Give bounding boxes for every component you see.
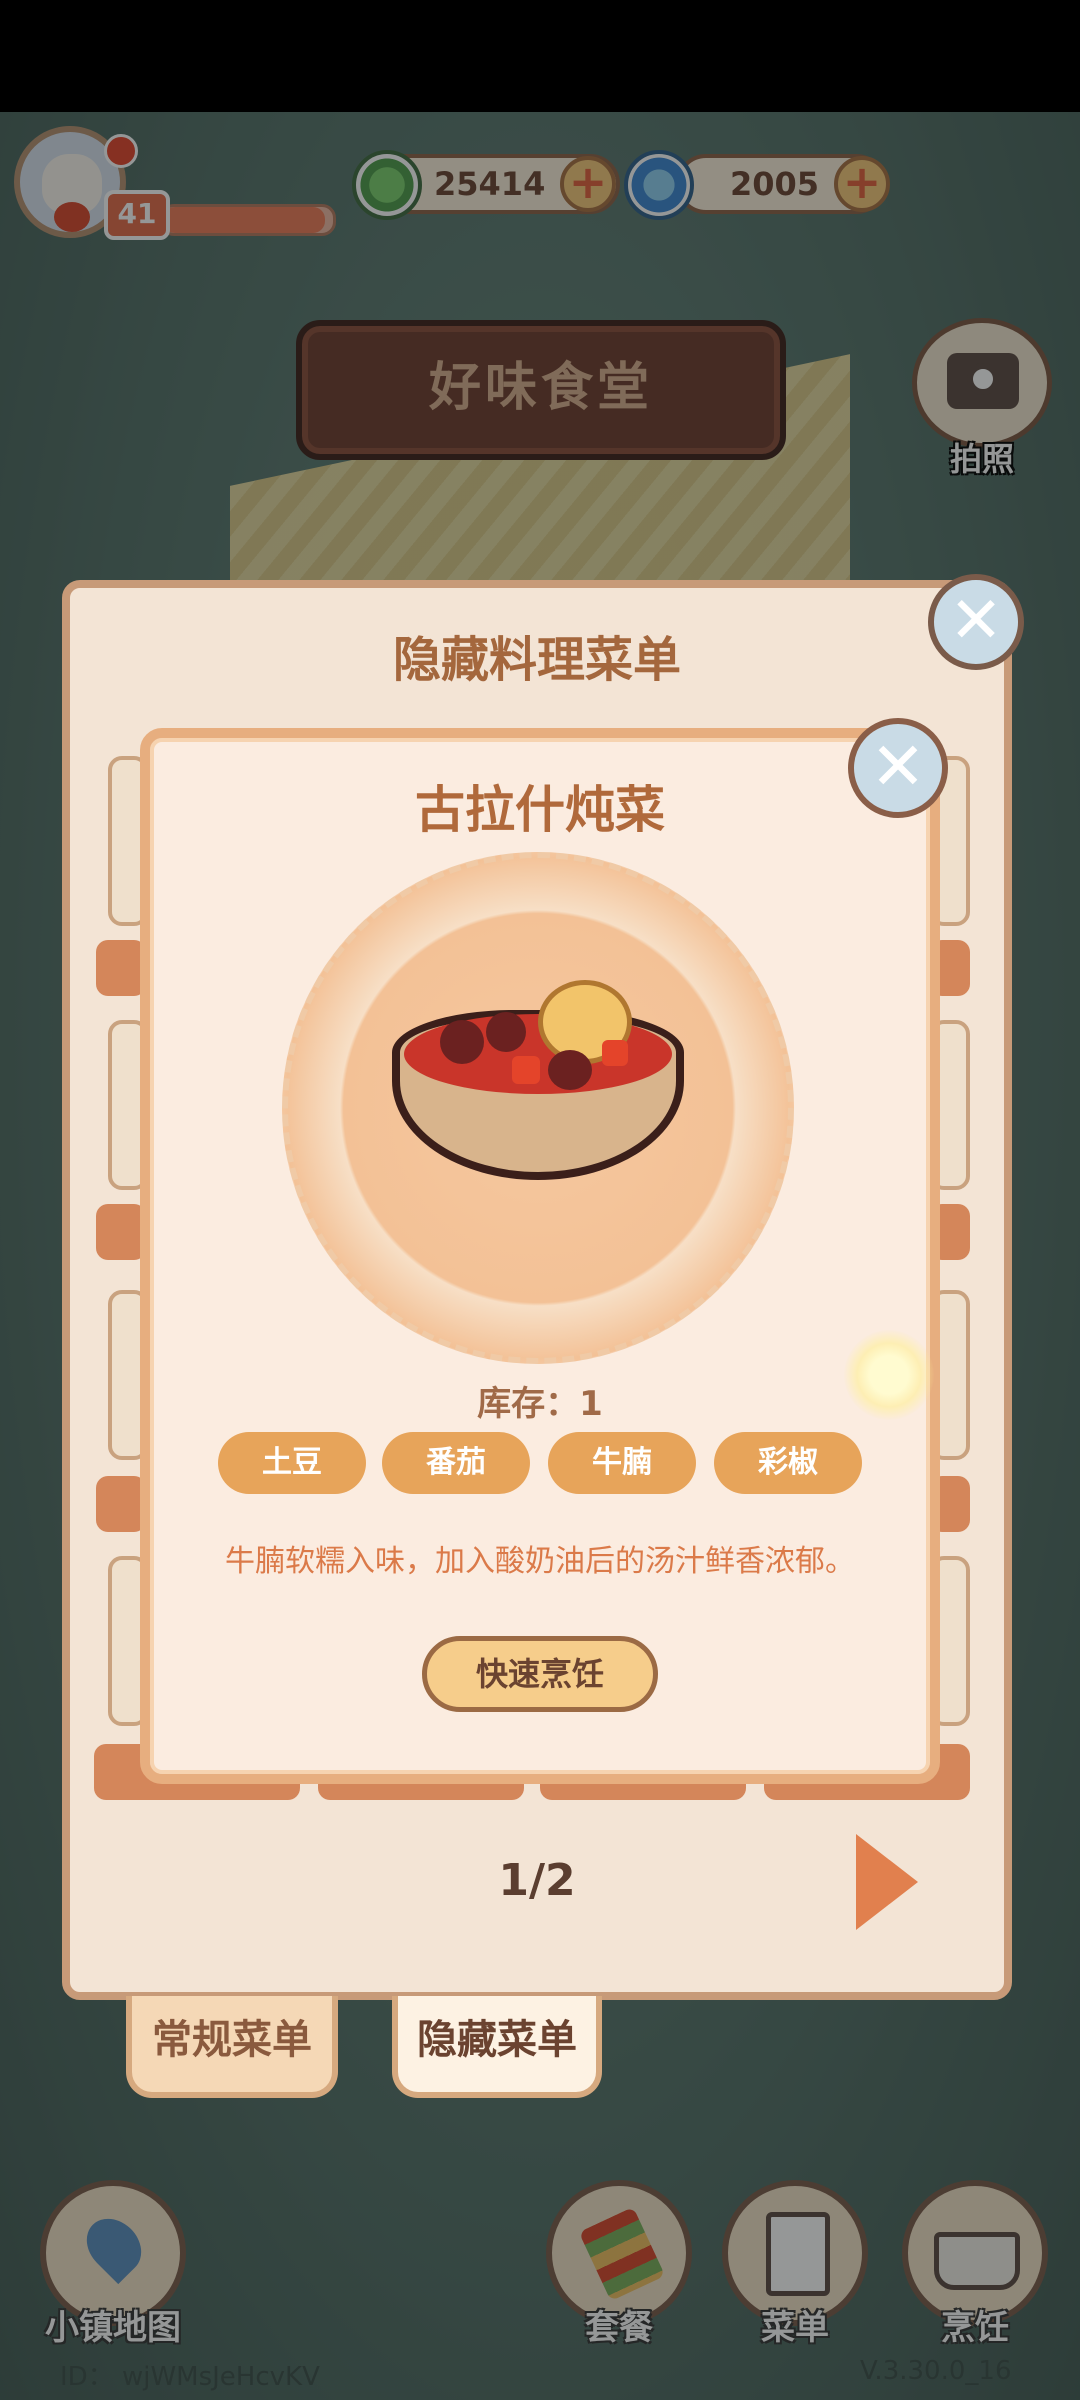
next-page-arrow-icon[interactable]: [856, 1834, 918, 1930]
tab-hidden-menu[interactable]: 隐藏菜单: [392, 1996, 602, 2098]
goulash-stew-icon: [392, 980, 684, 1180]
ingredient-beef-brisket: 牛腩: [548, 1432, 696, 1494]
dish-name: 古拉什炖菜: [415, 781, 665, 839]
status-bar: [0, 0, 1080, 112]
paw-sparkle-icon[interactable]: [844, 1330, 934, 1420]
quick-cook-button[interactable]: 快速烹饪: [422, 1636, 658, 1712]
recipe-card-tag: [96, 1204, 146, 1260]
stock-count: 库存：1: [477, 1384, 603, 1424]
hidden-menu-title: 隐藏料理菜单: [392, 632, 681, 688]
tab-regular-menu[interactable]: 常规菜单: [126, 1996, 338, 2098]
close-panel-button[interactable]: ✕: [928, 574, 1024, 670]
tab-regular-menu-label: 常规菜单: [152, 2017, 312, 2063]
ingredient-potato: 土豆: [218, 1432, 366, 1494]
close-popup-button[interactable]: ✕: [848, 718, 948, 818]
recipe-card-tag: [96, 940, 146, 996]
tab-hidden-menu-label: 隐藏菜单: [417, 2017, 577, 2063]
dish-description: 牛腩软糯入味，加入酸奶油后的汤汁鲜香浓郁。: [225, 1544, 855, 1579]
ingredient-bell-pepper: 彩椒: [714, 1432, 862, 1494]
ingredient-tomato: 番茄: [382, 1432, 530, 1494]
recipe-card-tag: [96, 1476, 146, 1532]
